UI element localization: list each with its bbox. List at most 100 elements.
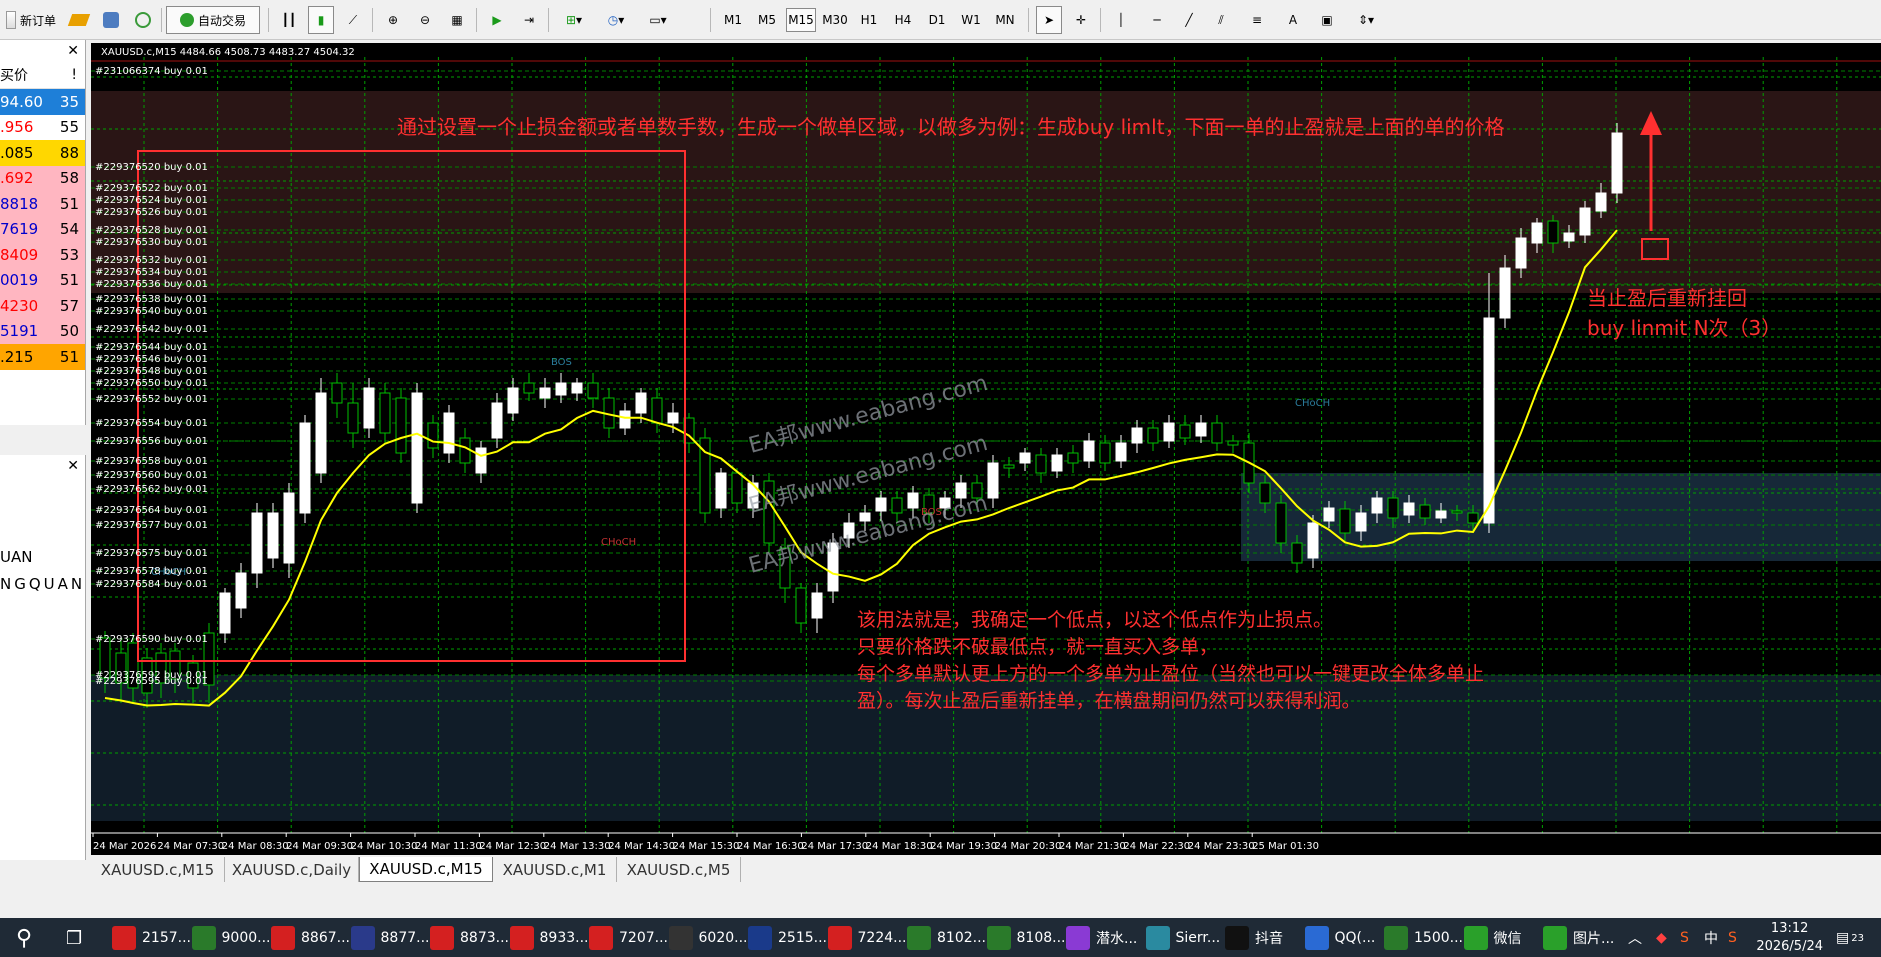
candle[interactable] bbox=[571, 378, 583, 401]
candle[interactable] bbox=[427, 415, 439, 458]
line-chart-icon[interactable]: ⟋ bbox=[340, 6, 366, 34]
candle[interactable] bbox=[1003, 457, 1015, 478]
taskbar-app[interactable]: 抖音 bbox=[1225, 924, 1283, 952]
tray-app-icon[interactable]: ◆ bbox=[1656, 924, 1667, 952]
candle[interactable] bbox=[411, 383, 423, 513]
task-view-icon[interactable]: ❐ bbox=[66, 924, 82, 952]
close-icon[interactable]: ✕ bbox=[67, 43, 79, 59]
candle[interactable] bbox=[1099, 435, 1111, 471]
candle[interactable] bbox=[619, 403, 631, 435]
taskbar-app[interactable]: 1500... bbox=[1384, 924, 1463, 952]
candle[interactable] bbox=[315, 378, 327, 483]
taskbar-app[interactable]: 7224... bbox=[827, 924, 906, 952]
bar-chart-icon[interactable]: ┃┃ bbox=[276, 6, 302, 34]
timeframe-h1[interactable]: H1 bbox=[854, 8, 884, 32]
candle[interactable] bbox=[875, 491, 887, 521]
order-label[interactable]: #229376550 buy 0.01 bbox=[95, 378, 208, 389]
candle[interactable] bbox=[699, 428, 711, 523]
horizontal-line-icon[interactable]: ─ bbox=[1144, 6, 1170, 34]
candle[interactable] bbox=[987, 455, 999, 508]
order-label[interactable]: #229376556 buy 0.01 bbox=[95, 436, 208, 447]
ime-indicator[interactable]: 中 bbox=[1704, 924, 1718, 952]
candle[interactable] bbox=[1051, 448, 1063, 478]
chart-tab[interactable]: XAUUSD.c,M15 bbox=[91, 857, 225, 882]
taskbar-app[interactable]: 8108... bbox=[986, 924, 1065, 952]
candle[interactable] bbox=[587, 373, 599, 408]
order-label[interactable]: #229376564 buy 0.01 bbox=[95, 505, 208, 516]
periods-icon[interactable]: ◷ ▾ bbox=[598, 6, 634, 34]
vertical-line-icon[interactable]: │ bbox=[1108, 6, 1134, 34]
order-label[interactable]: #229376522 buy 0.01 bbox=[95, 183, 208, 194]
indicators-icon[interactable]: ⊞ ▾ bbox=[556, 6, 592, 34]
candle[interactable] bbox=[651, 388, 663, 433]
order-label[interactable]: #229376560 buy 0.01 bbox=[95, 470, 208, 481]
chart-tab[interactable]: XAUUSD.c,M15 bbox=[359, 857, 493, 882]
notification-icon[interactable]: ▤ 23 bbox=[1836, 924, 1864, 952]
market-watch-row[interactable]: .692 58 bbox=[0, 165, 85, 191]
timeframe-w1[interactable]: W1 bbox=[956, 8, 986, 32]
signal-icon[interactable] bbox=[130, 6, 156, 34]
order-label[interactable]: #229376540 buy 0.01 bbox=[95, 306, 208, 317]
order-label[interactable]: #229376577 buy 0.01 bbox=[95, 520, 208, 531]
close-icon[interactable]: ✕ bbox=[67, 458, 79, 474]
taskbar-app[interactable]: 图片... bbox=[1543, 924, 1614, 952]
candle[interactable] bbox=[1035, 448, 1047, 483]
order-label[interactable]: #229376538 buy 0.01 bbox=[95, 294, 208, 305]
candle[interactable] bbox=[443, 405, 455, 463]
candle[interactable] bbox=[235, 563, 247, 618]
taskbar-app[interactable]: 8102... bbox=[907, 924, 986, 952]
timeframe-m30[interactable]: M30 bbox=[820, 8, 850, 32]
fibonacci-icon[interactable]: ≡ bbox=[1244, 6, 1270, 34]
candle[interactable] bbox=[251, 503, 263, 588]
tray-chevron-icon[interactable]: ︿ bbox=[1628, 924, 1642, 952]
order-label[interactable]: #229376562 buy 0.01 bbox=[95, 484, 208, 495]
cursor-icon[interactable]: ➤ bbox=[1036, 6, 1062, 34]
taskbar-app[interactable]: 微信 bbox=[1463, 924, 1522, 952]
order-label[interactable]: #229376548 buy 0.01 bbox=[95, 366, 208, 377]
market-watch-row[interactable]: .085 88 bbox=[0, 140, 85, 166]
candle[interactable] bbox=[1211, 415, 1223, 451]
taskbar-app[interactable]: 潜水... bbox=[1066, 924, 1137, 952]
order-label[interactable]: #229376534 buy 0.01 bbox=[95, 267, 208, 278]
order-label[interactable]: #229376575 buy 0.01 bbox=[95, 548, 208, 559]
zoom-in-icon[interactable]: ⊕ bbox=[380, 6, 406, 34]
order-label[interactable]: #229376536 buy 0.01 bbox=[95, 279, 208, 290]
templates-icon[interactable]: ▭▾ bbox=[640, 6, 676, 34]
new-order-button[interactable]: 新订单 bbox=[2, 6, 60, 34]
order-label[interactable]: #229376552 buy 0.01 bbox=[95, 394, 208, 405]
taskbar-clock[interactable]: 13:12 2026/5/24 bbox=[1756, 920, 1823, 956]
market-watch-row[interactable]: 8818 51 bbox=[0, 191, 85, 217]
chart-tab[interactable]: XAUUSD.c,M1 bbox=[493, 857, 617, 882]
eraser-icon[interactable] bbox=[66, 6, 92, 34]
candle[interactable] bbox=[523, 373, 535, 401]
crosshair-icon[interactable]: ✛ bbox=[1068, 6, 1094, 34]
order-label[interactable]: #229376544 buy 0.01 bbox=[95, 342, 208, 353]
candle[interactable] bbox=[219, 588, 231, 643]
candle[interactable] bbox=[1131, 420, 1143, 453]
spread-column-header[interactable]: ! bbox=[71, 67, 77, 83]
text-tool-icon[interactable]: A bbox=[1280, 6, 1306, 34]
tray-s-icon[interactable]: S bbox=[1680, 924, 1689, 952]
taskbar-app[interactable]: 8933... bbox=[509, 924, 588, 952]
taskbar-app[interactable]: 2157... bbox=[112, 924, 191, 952]
market-watch-row[interactable]: .956 55 bbox=[0, 114, 85, 140]
candle[interactable] bbox=[1019, 448, 1031, 471]
candle[interactable] bbox=[379, 383, 391, 443]
candle[interactable] bbox=[1179, 415, 1191, 445]
chart-window[interactable]: BOS BOS CHoCH CHoCH CHoCH EA邦www.eabang.com EA… bbox=[91, 43, 1881, 855]
candle[interactable] bbox=[459, 428, 471, 473]
timeframe-d1[interactable]: D1 bbox=[922, 8, 952, 32]
market-watch-row[interactable]: 0019 51 bbox=[0, 267, 85, 293]
taskbar-app[interactable]: 8867... bbox=[271, 924, 350, 952]
price-chart[interactable]: BOSBOSCHoCHCHoCHCHoCHEA邦www.eabang.comEA… bbox=[91, 43, 1881, 855]
candle[interactable] bbox=[475, 441, 487, 483]
candle[interactable] bbox=[811, 583, 823, 633]
order-label[interactable]: #229376532 buy 0.01 bbox=[95, 255, 208, 266]
market-watch-row[interactable]: 7619 54 bbox=[0, 216, 85, 242]
candle[interactable] bbox=[267, 503, 279, 568]
candle[interactable] bbox=[1483, 273, 1495, 533]
text-label-icon[interactable]: ▣ bbox=[1314, 6, 1340, 34]
zoom-out-icon[interactable]: ⊖ bbox=[412, 6, 438, 34]
chart-tab[interactable]: XAUUSD.c,Daily bbox=[225, 857, 359, 882]
tile-windows-icon[interactable]: ▦ bbox=[444, 6, 470, 34]
